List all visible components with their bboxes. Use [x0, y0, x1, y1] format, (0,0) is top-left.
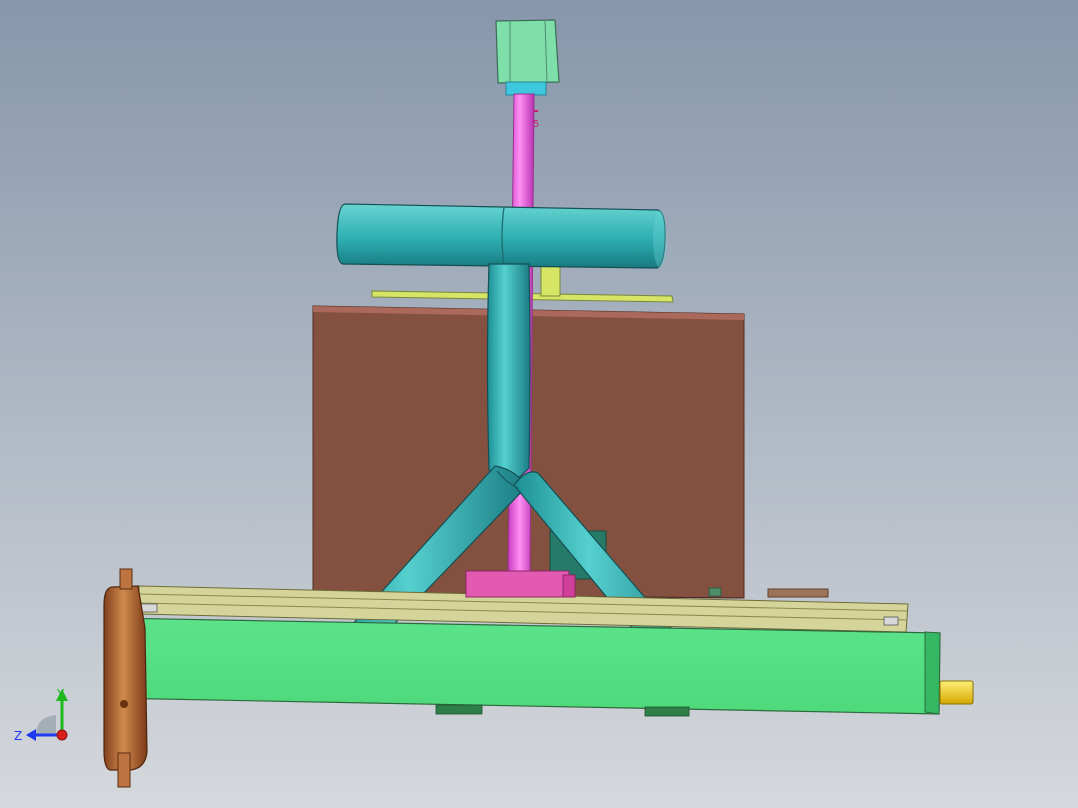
- orientation-triad[interactable]: Y Z: [12, 686, 76, 752]
- left-flange: [103, 568, 148, 788]
- triad-y-label: Y: [56, 687, 65, 701]
- triad-z-label: Z: [14, 729, 22, 743]
- gold-end-shaft: [939, 680, 974, 705]
- cad-scene[interactable]: 5: [0, 0, 1078, 808]
- svg-text:5: 5: [533, 119, 539, 130]
- triad-z-arrow-icon: [26, 729, 36, 741]
- teal-horizontal-tube: [336, 203, 667, 269]
- triad-x-axis-dot: [56, 729, 68, 741]
- triad-shade: [36, 715, 56, 735]
- cad-viewport[interactable]: 5 Y Z: [0, 0, 1078, 808]
- magenta-base-block: [465, 570, 576, 598]
